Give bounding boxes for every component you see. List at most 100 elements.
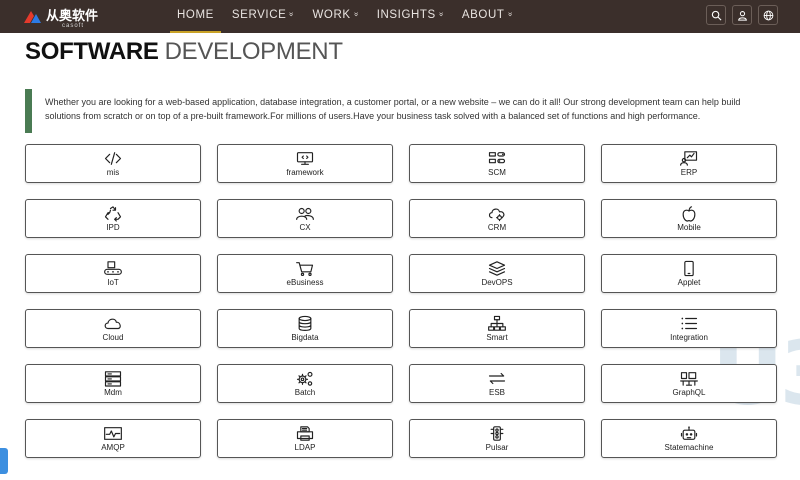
service-card-label: SCM	[488, 167, 506, 177]
service-card-label: eBusiness	[286, 277, 324, 287]
chevron-down-icon: »	[436, 11, 446, 18]
service-card-cx[interactable]: CX	[217, 199, 393, 238]
robot-icon	[680, 425, 698, 440]
layers-icon	[488, 260, 506, 276]
service-card-label: Mobile	[677, 222, 701, 232]
monitor-code-icon	[296, 151, 314, 165]
search-button[interactable]	[706, 5, 726, 25]
header-tools	[706, 5, 778, 25]
intro-accent-bar	[25, 89, 32, 133]
service-card-amqp[interactable]: AMQP	[25, 419, 201, 458]
cloud-gear-icon	[488, 208, 505, 221]
graph-icon	[680, 371, 698, 386]
network-icon	[488, 315, 506, 331]
service-card-ebusiness[interactable]: eBusiness	[217, 254, 393, 293]
nav-item-about[interactable]: ABOUT»	[455, 0, 520, 33]
gears-icon	[296, 371, 313, 386]
nav-item-work[interactable]: WORK»	[305, 0, 365, 33]
server-icon	[104, 370, 122, 387]
service-card-label: ESB	[488, 387, 505, 397]
service-card-label: Pulsar	[485, 442, 509, 452]
conveyor-icon	[104, 260, 122, 275]
service-card-label: ERP	[680, 167, 698, 177]
chevron-down-icon: »	[505, 11, 515, 18]
main-nav: HOME SERVICE» WORK» INSIGHTS» ABOUT»	[170, 0, 524, 33]
service-card-devops[interactable]: DevOPS	[409, 254, 585, 293]
page-title: SOFTWARE DEVELOPMENT	[25, 38, 343, 66]
service-grid: mis framework SCM ERP IPD CX CRM Mobile IoT eBusi…	[25, 144, 777, 458]
service-card-label: GraphQL	[672, 387, 706, 397]
service-card-label: CRM	[487, 222, 507, 232]
service-card-label: CX	[299, 222, 311, 232]
service-card-label: framework	[286, 167, 324, 177]
printer-icon	[296, 425, 314, 441]
globe-icon	[763, 10, 773, 20]
service-card-pulsar[interactable]: Pulsar	[409, 419, 585, 458]
list-toggle-icon	[488, 151, 506, 163]
service-card-label: Statemachine	[664, 442, 714, 452]
service-card-statemachine[interactable]: Statemachine	[601, 419, 777, 458]
service-card-iot[interactable]: IoT	[25, 254, 201, 293]
service-card-bigdata[interactable]: Bigdata	[217, 309, 393, 348]
account-button[interactable]	[732, 5, 752, 25]
intro-text: Whether you are looking for a web-based …	[45, 97, 741, 121]
logo-mark-icon	[22, 9, 42, 25]
service-card-mdm[interactable]: Mdm	[25, 364, 201, 403]
service-card-integration[interactable]: Integration	[601, 309, 777, 348]
brand-logo[interactable]: 从奥软件 casoft	[22, 6, 99, 29]
cloud-icon	[104, 318, 121, 329]
database-icon	[298, 315, 312, 331]
service-card-label: IPD	[106, 222, 120, 232]
service-card-framework[interactable]: framework	[217, 144, 393, 183]
service-card-smart[interactable]: Smart	[409, 309, 585, 348]
service-card-scm[interactable]: SCM	[409, 144, 585, 183]
page-title-light: DEVELOPMENT	[164, 38, 343, 65]
nav-item-label: HOME	[177, 9, 214, 21]
service-card-erp[interactable]: ERP	[601, 144, 777, 183]
service-card-label: Smart	[486, 332, 508, 342]
code-icon	[104, 151, 122, 165]
service-card-label: mis	[106, 167, 120, 177]
list-icon	[681, 317, 698, 329]
brand-sub: casoft	[62, 23, 85, 29]
service-card-cloud[interactable]: Cloud	[25, 309, 201, 348]
service-card-label: Mdm	[104, 387, 122, 397]
nav-item-service[interactable]: SERVICE»	[225, 0, 302, 33]
service-card-ldap[interactable]: LDAP	[217, 419, 393, 458]
service-card-label: AMQP	[101, 442, 125, 452]
chevron-down-icon: »	[287, 11, 297, 18]
service-card-ipd[interactable]: IPD	[25, 199, 201, 238]
service-card-label: Integration	[670, 332, 708, 342]
apple-icon	[682, 205, 696, 222]
chart-user-icon	[680, 150, 698, 166]
service-card-graphql[interactable]: GraphQL	[601, 364, 777, 403]
service-card-label: LDAP	[294, 442, 316, 452]
page-title-bold: SOFTWARE	[25, 38, 159, 65]
top-navbar: 从奥软件 casoft HOME SERVICE» WORK» INSIGHTS» AB…	[0, 0, 800, 33]
user-icon	[737, 10, 747, 21]
nav-item-home[interactable]: HOME	[170, 0, 221, 33]
brand-name: 从奥软件	[46, 9, 99, 24]
side-float-tab[interactable]	[0, 448, 8, 474]
pulse-icon	[104, 426, 122, 440]
service-card-label: Cloud	[102, 332, 124, 342]
service-card-label: Applet	[677, 277, 701, 287]
service-card-applet[interactable]: Applet	[601, 254, 777, 293]
service-card-esb[interactable]: ESB	[409, 364, 585, 403]
service-card-mis[interactable]: mis	[25, 144, 201, 183]
service-card-crm[interactable]: CRM	[409, 199, 585, 238]
cart-icon	[296, 261, 314, 276]
search-icon	[711, 10, 721, 20]
service-card-label: Batch	[294, 387, 316, 397]
users-icon	[296, 207, 314, 220]
nav-item-insights[interactable]: INSIGHTS»	[370, 0, 451, 33]
traffic-icon	[490, 425, 504, 441]
exchange-icon	[488, 372, 506, 384]
service-card-batch[interactable]: Batch	[217, 364, 393, 403]
service-card-label: Bigdata	[291, 332, 319, 342]
intro-block: Whether you are looking for a web-based …	[25, 89, 775, 133]
language-button[interactable]	[758, 5, 778, 25]
recycle-icon	[104, 205, 122, 222]
service-card-mobile[interactable]: Mobile	[601, 199, 777, 238]
service-card-label: IoT	[107, 277, 119, 287]
